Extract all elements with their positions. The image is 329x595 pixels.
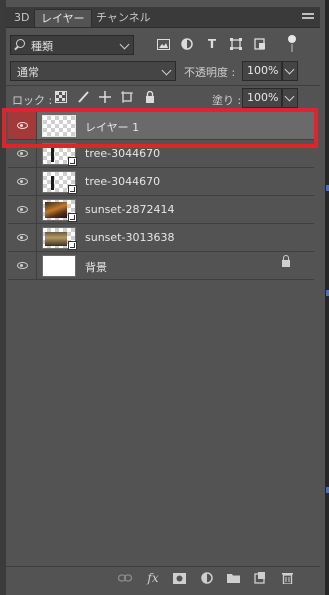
opacity-label: 不透明度 :: [184, 66, 236, 79]
lock-pixels-brush-icon[interactable]: [76, 90, 89, 103]
fill-label: 塗り :: [212, 94, 242, 107]
tab-layers[interactable]: レイヤー: [34, 9, 92, 27]
fill-dropdown[interactable]: [282, 88, 298, 108]
layer-thumbnail: [42, 199, 77, 222]
folder-icon[interactable]: [226, 571, 240, 585]
tab-3d[interactable]: 3D: [8, 9, 35, 27]
smart-object-icon: [68, 213, 77, 222]
right-strip: [325, 0, 329, 595]
visibility-toggle[interactable]: [8, 224, 36, 251]
tab-bar: 3D レイヤー チャンネル: [6, 7, 320, 28]
layer-name: tree-3044670: [85, 175, 161, 188]
lock-artboard-icon[interactable]: [120, 90, 133, 103]
filter-kind-label: 種類: [31, 40, 53, 53]
new-layer-icon[interactable]: [253, 571, 267, 585]
layer-name: 背景: [85, 261, 107, 274]
shape-filter-icon[interactable]: [229, 37, 243, 51]
type-filter-icon[interactable]: T: [205, 37, 219, 51]
layer-thumbnail: [42, 255, 76, 277]
layer-name: sunset-2872414: [85, 203, 175, 216]
search-icon: [16, 39, 25, 48]
fill-input[interactable]: 100%: [242, 88, 282, 108]
eye-icon: [16, 234, 28, 241]
lock-position-move-icon[interactable]: [98, 90, 111, 103]
layer-row-tree-2[interactable]: tree-3044670: [8, 168, 314, 196]
layer-row-sunset-2[interactable]: sunset-3013638: [8, 224, 314, 252]
chevron-down-icon: [119, 39, 130, 50]
layer-row-background[interactable]: 背景: [8, 252, 314, 280]
fx-icon[interactable]: fx: [146, 571, 160, 585]
bottom-toolbar: fx: [6, 566, 320, 589]
trash-icon[interactable]: [280, 571, 294, 585]
adjustment-filter-icon[interactable]: [180, 37, 194, 51]
filter-kind-select[interactable]: 種類: [10, 35, 134, 55]
panel-edge: [0, 0, 6, 595]
layer-name: sunset-3013638: [85, 231, 175, 244]
selection-highlight-box: [2, 108, 318, 148]
opacity-value: 100%: [247, 64, 279, 77]
blend-mode-value: 通常: [17, 66, 39, 79]
eye-icon: [16, 206, 28, 213]
visibility-toggle[interactable]: [8, 168, 36, 195]
smart-object-icon: [68, 157, 77, 166]
lock-label: ロック :: [12, 94, 53, 107]
visibility-toggle[interactable]: [8, 196, 36, 223]
chevron-down-icon: [284, 64, 295, 75]
lock-all-icon[interactable]: [143, 90, 156, 103]
smart-object-icon: [68, 241, 77, 250]
tab-channels[interactable]: チャンネル: [90, 9, 157, 27]
eye-icon: [16, 262, 28, 269]
visibility-toggle[interactable]: [8, 252, 36, 279]
divider: [6, 85, 320, 86]
chevron-down-icon: [161, 65, 172, 76]
layer-thumbnail: [42, 171, 77, 194]
eye-icon: [16, 178, 28, 185]
mask-icon[interactable]: [172, 571, 186, 585]
lock-icon: [282, 255, 290, 267]
layer-name: tree-3044670: [85, 147, 161, 160]
pixel-filter-icon[interactable]: [156, 37, 170, 51]
link-icon[interactable]: [118, 571, 132, 585]
layer-thumbnail: [42, 227, 77, 250]
lock-transparent-icon[interactable]: [54, 90, 67, 103]
opacity-dropdown[interactable]: [282, 61, 298, 81]
chevron-down-icon: [284, 91, 295, 102]
layer-row-sunset-1[interactable]: sunset-2872414: [8, 196, 314, 224]
blend-mode-select[interactable]: 通常: [10, 61, 176, 81]
opacity-input[interactable]: 100%: [242, 61, 282, 81]
adjustment-icon[interactable]: [200, 571, 214, 585]
smart-object-icon: [68, 185, 77, 194]
panel-menu-icon[interactable]: [302, 11, 314, 23]
eye-icon: [16, 150, 28, 157]
smart-object-filter-icon[interactable]: [253, 37, 267, 51]
fill-value: 100%: [247, 91, 279, 104]
filter-toggle[interactable]: [288, 35, 296, 53]
